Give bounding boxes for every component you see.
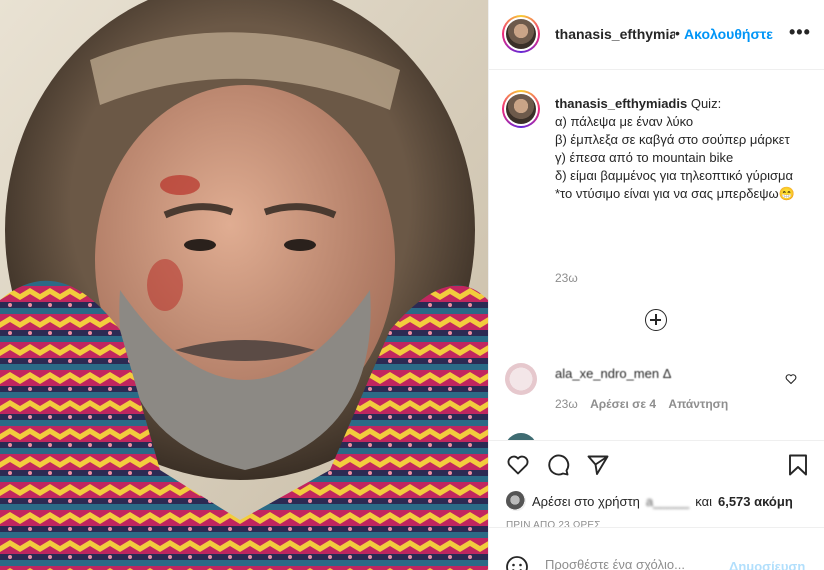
caption-line: γ) έπεσα από το mountain bike <box>555 150 734 165</box>
caption-line: *το ντύσιμο είναι για να σας μπερδεψω😁 <box>555 186 795 201</box>
likes-conj: και <box>695 493 712 509</box>
caption-line: α) πάλεψα με έναν λύκο <box>555 114 694 129</box>
caption-avatar[interactable] <box>502 90 540 128</box>
comment-text: ala_xe_ndro_men Δ <box>555 366 672 381</box>
caption-username[interactable]: thanasis_efthymiadis <box>555 96 687 111</box>
bookmark-icon[interactable] <box>786 453 810 477</box>
load-more-comments-icon[interactable] <box>645 309 667 331</box>
comment-icon[interactable] <box>546 453 570 477</box>
comment-meta: 23ω Αρέσει σε 4 Απάντηση <box>555 397 737 411</box>
action-bar: Αρέσει στο χρήστη a_____ και 6,573 ακόμη… <box>489 440 824 531</box>
comment-like-icon[interactable] <box>785 373 797 385</box>
caption-line: β) έμπλεξα σε καβγά στο σούπερ μάρκετ <box>555 132 790 147</box>
post-comment-button[interactable]: Δημοσίευση <box>729 559 805 570</box>
likes-summary: Αρέσει στο χρήστη a_____ και 6,573 ακόμη <box>506 491 793 511</box>
likes-prefix: Αρέσει στο χρήστη <box>532 493 640 509</box>
caption-line: δ) είμαι βαμμένος για τηλεοπτικό γύρισμα <box>555 168 794 183</box>
caption-line: Quiz: <box>690 96 722 111</box>
emoji-icon[interactable] <box>505 555 529 570</box>
comment-time[interactable]: 23ω <box>555 397 578 411</box>
post-photo[interactable] <box>0 0 488 570</box>
comment-input[interactable] <box>545 557 715 570</box>
share-icon[interactable] <box>586 453 610 477</box>
separator-dot: • <box>675 25 680 41</box>
post-panel: thanasis_efthymiadis • Ακολουθήστε ••• t… <box>488 0 824 570</box>
post-header: thanasis_efthymiadis • Ακολουθήστε ••• <box>489 0 824 70</box>
author-username[interactable]: thanasis_efthymiadis <box>555 26 675 42</box>
comment-likes-count[interactable]: Αρέσει σε 4 <box>590 397 656 411</box>
commenter-avatar[interactable] <box>505 363 537 395</box>
reply-button[interactable]: Απάντηση <box>668 397 728 411</box>
follow-button[interactable]: Ακολουθήστε <box>684 26 774 42</box>
comments-area[interactable]: thanasis_efthymiadis Quiz: α) πάλεψα με … <box>489 70 824 440</box>
caption-text: thanasis_efthymiadis Quiz: α) πάλεψα με … <box>555 95 805 203</box>
likes-count[interactable]: 6,573 ακόμη <box>718 494 793 509</box>
post-image <box>0 0 488 570</box>
liker-username[interactable]: a_____ <box>646 494 689 509</box>
more-options-icon[interactable]: ••• <box>789 22 811 43</box>
heart-icon[interactable] <box>506 453 530 477</box>
author-avatar[interactable] <box>502 15 540 53</box>
add-comment-bar: Δημοσίευση <box>489 527 824 570</box>
caption-time[interactable]: 23ω <box>555 271 578 285</box>
liker-avatar[interactable] <box>506 491 526 511</box>
next-commenter-avatar[interactable] <box>505 433 537 440</box>
